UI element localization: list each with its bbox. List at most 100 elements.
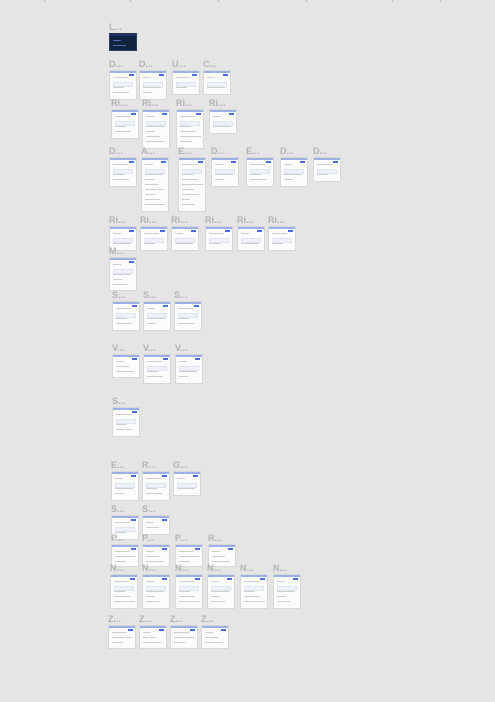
artboard-label[interactable]: D... [109,146,123,156]
artboard-label[interactable]: Z... [108,614,121,624]
artboard-label[interactable]: D... [109,59,123,69]
artboard-label[interactable]: Z... [170,614,183,624]
artboard-frame[interactable]: V... [175,343,203,384]
thumbnail-header [269,227,295,229]
artboard-frame[interactable]: R... [142,460,170,501]
artboard-label[interactable]: Z... [139,614,152,624]
thumbnail-header [141,227,167,229]
artboard-label[interactable]: V... [112,343,125,353]
artboard-frame[interactable]: Ri... [205,215,233,251]
artboard-label[interactable]: Ri... [237,215,254,225]
artboard-frame[interactable]: D... [313,146,341,182]
artboard-label[interactable]: S... [142,504,156,514]
artboard-frame[interactable]: S... [174,290,202,331]
artboard-label[interactable]: S... [111,504,125,514]
artboard-label[interactable]: S... [174,290,188,300]
artboard-frame[interactable]: N... [207,563,235,609]
artboard-label[interactable]: P... [111,533,123,543]
artboard-label[interactable]: Ri... [140,215,157,225]
artboard-frame[interactable]: C... [203,59,231,95]
artboard-frame[interactable]: Z... [139,614,167,649]
artboard-frame[interactable]: V... [112,343,140,378]
artboard-frame[interactable]: Ri... [111,98,139,139]
artboard-frame[interactable]: Ri... [268,215,296,251]
artboard-frame[interactable]: D... [211,146,239,187]
artboard-label[interactable]: G... [173,460,188,470]
artboard-frame[interactable]: U... [172,59,200,95]
artboard-label[interactable]: U... [172,59,186,69]
artboard-label[interactable]: E... [178,146,192,156]
artboard-frame[interactable]: G... [173,460,201,496]
thumbnail-line [284,174,302,175]
artboard-frame[interactable]: Ri... [171,215,199,251]
artboard-frame[interactable]: Ri... [140,215,168,251]
artboard-label[interactable]: S... [143,290,157,300]
artboard-label[interactable]: Ri... [109,215,126,225]
artboard-frame[interactable]: S... [112,396,140,437]
artboard-label[interactable]: R... [142,460,156,470]
artboard-frame[interactable]: Z... [108,614,136,649]
artboard-frame[interactable]: D... [109,146,137,187]
artboard-frame[interactable]: V... [143,343,171,384]
artboard-label[interactable]: P... [175,533,187,543]
artboard-label[interactable]: P... [142,533,154,543]
artboard-frame[interactable]: E... [111,460,139,501]
artboard-frame[interactable]: Z... [201,614,229,649]
artboard-label[interactable]: Ri... [142,98,159,108]
artboard-label[interactable]: A... [141,146,155,156]
artboard-frame[interactable]: Z... [170,614,198,649]
thumbnail-button [260,578,265,580]
artboard-frame[interactable]: N... [110,563,138,609]
artboard-frame[interactable]: N... [273,563,301,609]
artboard-frame[interactable]: M... [109,246,137,291]
artboard-thumbnail [268,226,296,251]
artboard-frame[interactable]: Ri... [142,98,170,149]
artboard-label[interactable]: Z... [201,614,214,624]
artboard-label[interactable]: D... [139,59,153,69]
artboard-label[interactable]: Ri... [171,215,188,225]
artboard-label[interactable]: E... [111,460,125,470]
thumbnail-line [182,189,194,190]
artboard-frame[interactable]: N... [142,563,170,609]
artboard-frame[interactable]: D... [280,146,308,187]
artboard-label[interactable]: M... [109,246,124,256]
artboard-label[interactable]: D... [313,146,327,156]
artboard-label[interactable]: V... [143,343,156,353]
artboard-label[interactable]: D... [211,146,225,156]
artboard-frame[interactable]: D... [109,59,137,100]
artboard-label[interactable]: D... [280,146,294,156]
artboard-label[interactable]: S... [112,290,126,300]
artboard-label[interactable]: Ri... [268,215,285,225]
artboard-label[interactable]: L... [109,22,122,32]
artboard-frame[interactable]: Ri... [209,98,237,134]
artboard-frame[interactable]: Ri... [237,215,265,251]
artboard-label[interactable]: N... [207,563,221,573]
artboard-label[interactable]: N... [142,563,156,573]
thumbnail-button [129,261,134,263]
artboard-frame[interactable]: L... [109,22,137,51]
artboard-label[interactable]: N... [240,563,254,573]
artboard-label[interactable]: Ri... [176,98,193,108]
artboard-frame[interactable]: S... [143,290,171,331]
artboard-label[interactable]: N... [110,563,124,573]
artboard-frame[interactable]: D... [139,59,167,100]
artboard-frame[interactable]: A... [141,146,169,212]
artboard-frame[interactable]: S... [112,290,140,331]
artboard-label[interactable]: C... [203,59,217,69]
artboard-label[interactable]: S... [112,396,126,406]
artboard-label[interactable]: E... [246,146,260,156]
artboard-label[interactable]: Ri... [111,98,128,108]
artboard-label[interactable]: Ri... [209,98,226,108]
artboard-frame[interactable]: E... [246,146,274,187]
artboard-frame[interactable]: N... [175,563,203,609]
artboard-frame[interactable]: N... [240,563,268,609]
artboard-frame[interactable]: E... [178,146,206,212]
artboard-frame[interactable]: S... [142,504,170,535]
artboard-label[interactable]: R... [208,533,222,543]
design-canvas[interactable]: L... D... D... U... C... Ri... Ri... Ri... Ri...… [0,0,495,702]
artboard-label[interactable]: N... [273,563,287,573]
artboard-label[interactable]: Ri... [205,215,222,225]
artboard-label[interactable]: N... [175,563,189,573]
artboard-label[interactable]: V... [175,343,188,353]
artboard-frame[interactable]: Ri... [176,98,204,149]
